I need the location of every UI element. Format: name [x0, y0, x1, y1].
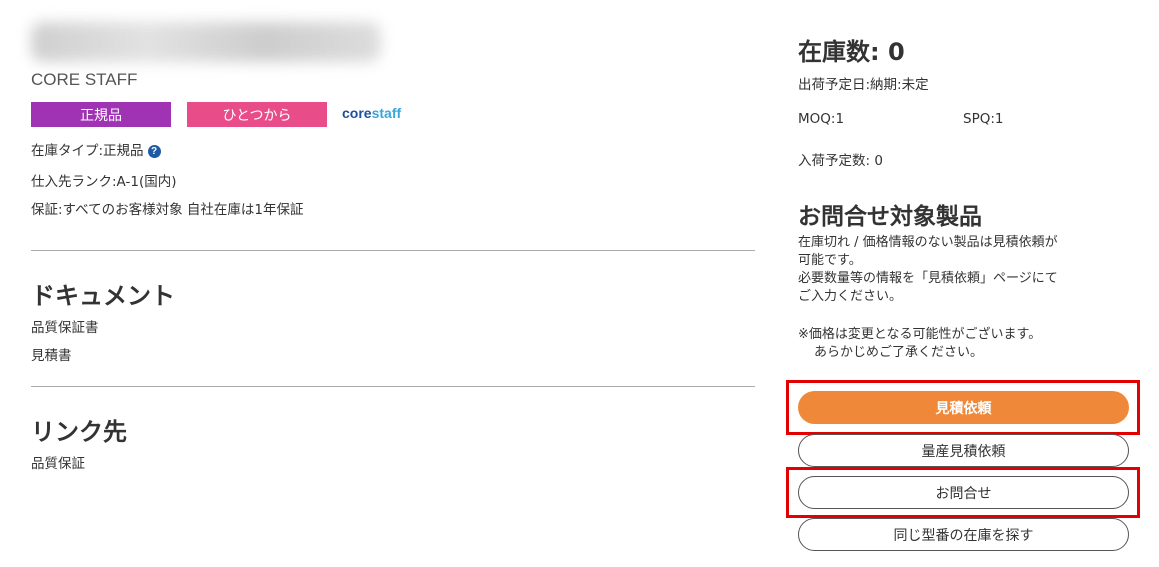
logo-part-core: core [342, 105, 372, 121]
single-unit-badge: ひとつから [187, 102, 327, 127]
moq: MOQ:1 [798, 111, 845, 127]
maker-name: CORE STAFF [31, 70, 138, 89]
supplier-rank: 仕入先ランク:A-1(国内) [31, 174, 177, 190]
incoming-count: 入荷予定数: 0 [798, 153, 883, 169]
warranty-text: 保証:すべてのお客様対象 自社在庫は1年保証 [31, 202, 304, 218]
note-line: あらかじめご了承ください。 [814, 345, 984, 360]
divider [31, 386, 755, 387]
logo-part-staff: staff [371, 105, 402, 121]
note-line: ※価格は変更となる可能性がございます。 [798, 327, 1042, 342]
links-heading: リンク先 [31, 418, 127, 446]
inquiry-button[interactable]: お問合せ [798, 476, 1129, 509]
ship-date: 出荷予定日:納期:未定 [798, 77, 929, 93]
corestaff-logo: corestaff [342, 105, 401, 121]
inquiry-description: 在庫切れ / 価格情報のない製品は見積依頼が 可能です。 必要数量等の情報を「見… [798, 234, 1058, 306]
help-icon[interactable]: ? [147, 144, 161, 158]
link-quality-assurance[interactable]: 品質保証 [31, 452, 85, 472]
description-line: 可能です。 [798, 253, 862, 268]
document-link-quality-certificate[interactable]: 品質保証書 [31, 316, 99, 336]
description-line: ご入力ください。 [798, 289, 903, 304]
description-line: 在庫切れ / 価格情報のない製品は見積依頼が [798, 235, 1058, 250]
inquiry-heading: お問合せ対象製品 [798, 204, 982, 230]
document-link-quotation[interactable]: 見積書 [31, 344, 72, 364]
search-same-part-button[interactable]: 同じ型番の在庫を探す [798, 518, 1129, 551]
mass-production-quote-button[interactable]: 量産見積依頼 [798, 434, 1129, 467]
stock-count: 在庫数: 0 [798, 38, 905, 66]
blurred-product-title [31, 22, 381, 62]
stock-type-text: 在庫タイプ:正規品 [31, 143, 144, 159]
spq: SPQ:1 [963, 111, 1004, 127]
stock-type-row: 在庫タイプ:正規品? [31, 139, 161, 159]
genuine-badge: 正規品 [31, 102, 171, 127]
divider [31, 250, 755, 251]
documents-heading: ドキュメント [31, 282, 175, 310]
quote-request-button[interactable]: 見積依頼 [798, 391, 1129, 424]
description-line: 必要数量等の情報を「見積依頼」ページにて [798, 271, 1058, 286]
price-note: ※価格は変更となる可能性がございます。 あらかじめご了承ください。 [798, 326, 1041, 362]
